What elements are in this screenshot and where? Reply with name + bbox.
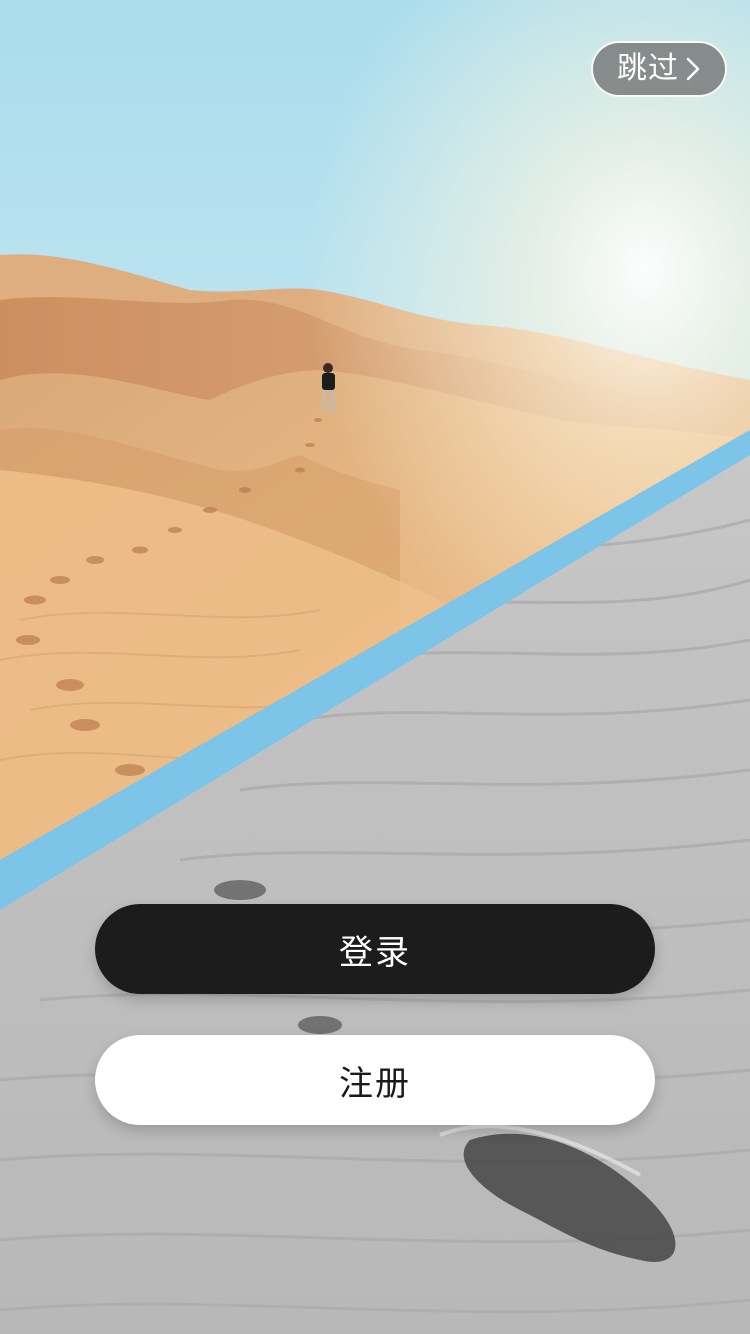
login-button[interactable]: 登录 — [95, 904, 655, 994]
register-button-label: 注册 — [339, 1063, 411, 1104]
chevron-right-icon — [685, 55, 701, 83]
desert-background-image — [0, 0, 750, 1334]
register-button[interactable]: 注册 — [95, 1035, 655, 1125]
welcome-screen: 跳过 登录 注册 — [0, 0, 750, 1334]
skip-button[interactable]: 跳过 — [591, 41, 727, 97]
skip-label: 跳过 — [617, 51, 679, 86]
login-button-label: 登录 — [339, 932, 411, 973]
